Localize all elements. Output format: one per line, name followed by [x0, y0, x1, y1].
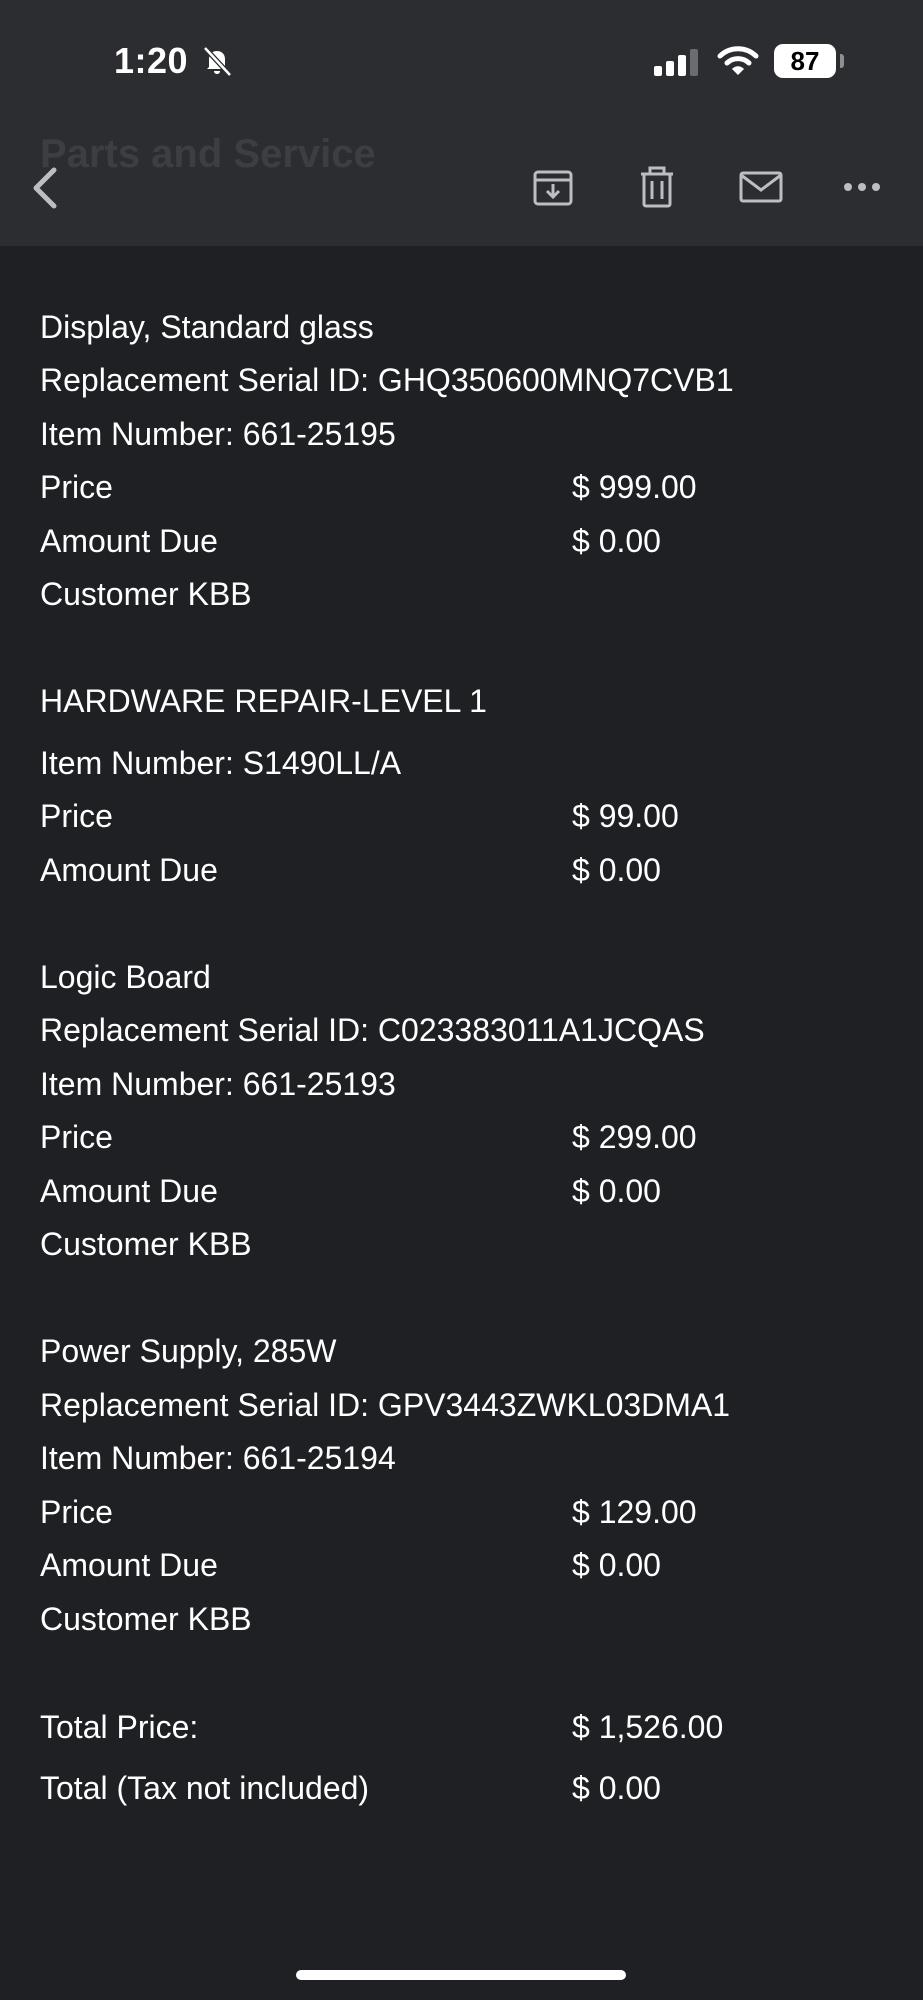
amount-due-row: Amount Due $ 0.00: [40, 1545, 880, 1585]
item-serial: Replacement Serial ID: GHQ350600MNQ7CVB1: [40, 362, 734, 398]
item-name: Display, Standard glass: [40, 309, 374, 345]
price-label: Price: [40, 1494, 113, 1530]
battery-nub: [840, 54, 844, 68]
archive-icon[interactable]: [530, 164, 576, 210]
amount-due-label: Amount Due: [40, 523, 218, 559]
amount-due-value: $ 0.00: [572, 1547, 661, 1583]
price-value: $ 299.00: [572, 1119, 697, 1155]
item-serial: Replacement Serial ID: GPV3443ZWKL03DMA1: [40, 1387, 731, 1423]
signal-icon: [654, 49, 698, 76]
more-icon[interactable]: [842, 164, 882, 210]
item-number: Item Number: S1490LL/A: [40, 745, 402, 781]
amount-due-label: Amount Due: [40, 1173, 218, 1209]
price-label: Price: [40, 798, 113, 834]
price-row: Price $ 299.00: [40, 1117, 880, 1157]
item-note: Customer KBB: [40, 576, 252, 612]
total-price-row: Total Price: $ 1,526.00: [40, 1707, 880, 1747]
bell-slash-icon: [203, 46, 232, 77]
mail-icon[interactable]: [738, 164, 784, 210]
amount-due-label: Amount Due: [40, 1547, 218, 1583]
item-name: Power Supply, 285W: [40, 1333, 337, 1369]
price-row: Price $ 129.00: [40, 1492, 880, 1532]
item-name: HARDWARE REPAIR-LEVEL 1: [40, 683, 487, 719]
item-number: Item Number: 661-25194: [40, 1440, 396, 1476]
total-price-value: $ 1,526.00: [572, 1709, 724, 1745]
top-bar: 1:20 87 Parts and Service: [0, 0, 923, 246]
price-value: $ 129.00: [572, 1494, 697, 1530]
amount-due-label: Amount Due: [40, 852, 218, 888]
status-time: 1:20: [114, 40, 189, 81]
item-number: Item Number: 661-25195: [40, 416, 396, 452]
price-row: Price $ 99.00: [40, 796, 880, 836]
price-label: Price: [40, 469, 113, 505]
battery-indicator: 87: [774, 44, 836, 78]
amount-due-row: Amount Due $ 0.00: [40, 850, 880, 890]
amount-due-row: Amount Due $ 0.00: [40, 521, 880, 561]
item-number: Item Number: 661-25193: [40, 1066, 396, 1102]
wifi-icon: [717, 46, 759, 75]
back-icon[interactable]: [28, 164, 64, 212]
amount-due-value: $ 0.00: [572, 852, 661, 888]
total-tax-label: Total (Tax not included): [40, 1770, 370, 1806]
total-tax-row: Total (Tax not included) $ 0.00: [40, 1768, 880, 1808]
price-value: $ 99.00: [572, 798, 679, 834]
amount-due-row: Amount Due $ 0.00: [40, 1171, 880, 1211]
total-price-label: Total Price:: [40, 1709, 199, 1745]
item-name: Logic Board: [40, 959, 211, 995]
amount-due-value: $ 0.00: [572, 1173, 661, 1209]
amount-due-value: $ 0.00: [572, 523, 661, 559]
price-value: $ 999.00: [572, 469, 697, 505]
home-indicator[interactable]: [296, 1970, 626, 1980]
trash-icon[interactable]: [634, 164, 680, 210]
header-title: Parts and Service: [40, 132, 376, 176]
item-note: Customer KBB: [40, 1226, 252, 1262]
price-label: Price: [40, 1119, 113, 1155]
item-serial: Replacement Serial ID: C023383011A1JCQAS: [40, 1012, 705, 1048]
total-tax-value: $ 0.00: [572, 1770, 661, 1806]
item-note: Customer KBB: [40, 1601, 252, 1637]
price-row: Price $ 999.00: [40, 467, 880, 507]
